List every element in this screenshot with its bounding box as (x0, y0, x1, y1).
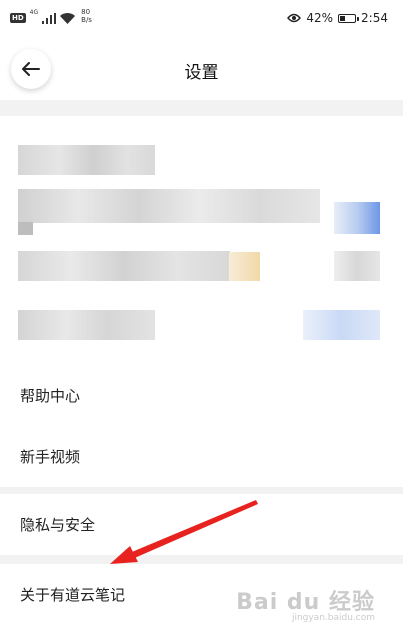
blurred-text (18, 310, 155, 340)
blurred-badge (303, 310, 380, 340)
status-right: 42% 2:54 (287, 11, 388, 25)
status-left: HD 4G 80 B/s (10, 8, 92, 24)
net-speed-value: 80 (81, 8, 91, 16)
clock: 2:54 (361, 11, 388, 25)
net-speed-unit: B/s (81, 16, 92, 24)
cell-signal-icon (42, 12, 57, 24)
network-speed: 80 B/s (81, 8, 92, 24)
settings-group-help: 帮助中心 新手视频 (0, 365, 403, 487)
account-info-card[interactable] (0, 116, 403, 368)
blurred-text (18, 222, 33, 235)
page-title: 设置 (184, 63, 219, 83)
menu-item-privacy-security[interactable]: 隐私与安全 (0, 494, 403, 555)
blurred-badge (334, 202, 380, 234)
status-bar: HD 4G 80 B/s 42% 2:54 (0, 0, 403, 40)
app-header: 设置 (0, 40, 403, 100)
menu-item-label: 帮助中心 (20, 387, 81, 405)
blurred-badge (229, 252, 260, 281)
network-type-label: 4G (29, 9, 39, 16)
watermark: Bai du 经验 jingyan.baidu.com (236, 584, 375, 623)
wifi-icon (60, 12, 76, 24)
watermark-main: Bai du 经验 (236, 590, 375, 615)
battery-fill (340, 15, 346, 21)
blurred-text (334, 251, 380, 281)
battery-percent: 42% (306, 11, 334, 25)
blurred-text (18, 145, 155, 175)
settings-group-privacy: 隐私与安全 (0, 494, 403, 555)
blurred-text (18, 251, 230, 281)
eye-icon (287, 13, 302, 23)
menu-item-beginner-video[interactable]: 新手视频 (0, 426, 403, 487)
hd-badge: HD (10, 13, 26, 23)
menu-item-label: 隐私与安全 (20, 516, 96, 534)
blurred-text (18, 189, 320, 223)
menu-item-help-center[interactable]: 帮助中心 (0, 365, 403, 426)
battery-icon (338, 13, 360, 23)
menu-item-label: 新手视频 (20, 448, 81, 466)
menu-item-label: 关于有道云笔记 (20, 586, 126, 604)
